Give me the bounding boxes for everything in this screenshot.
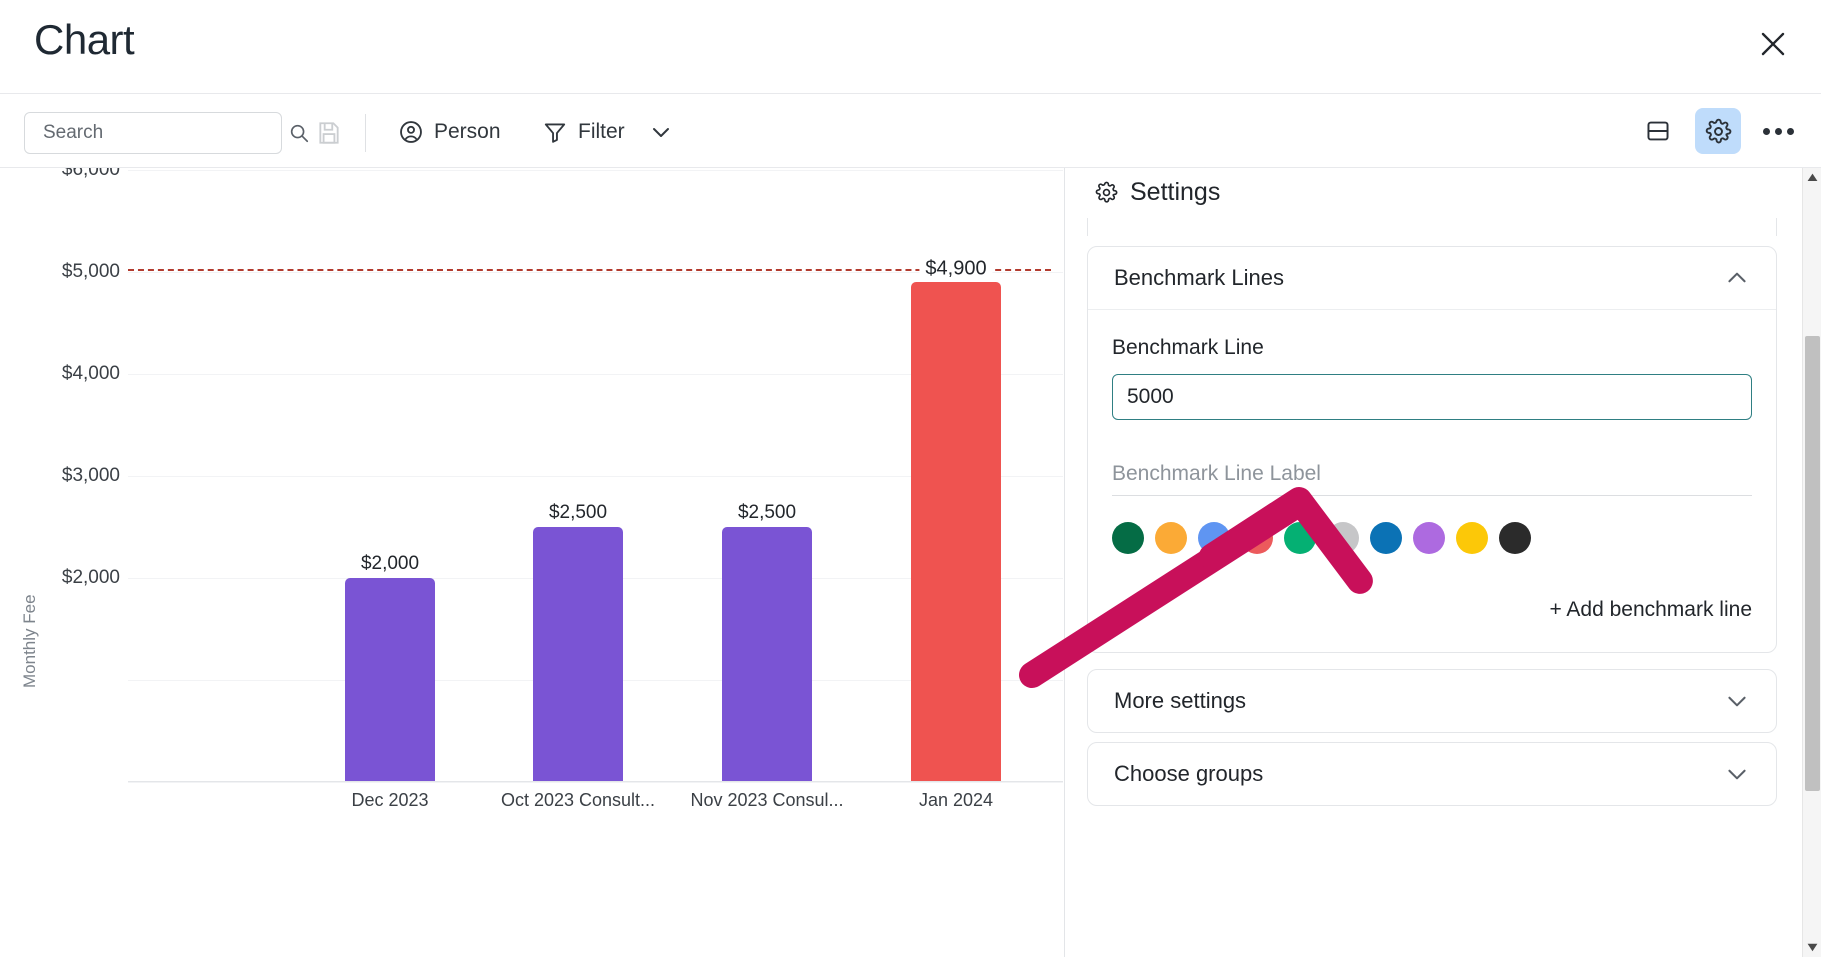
close-button[interactable] xyxy=(1749,20,1797,68)
x-axis-tick: Dec 2023 xyxy=(351,790,429,810)
scrollbar-up-arrow[interactable] xyxy=(1803,168,1821,187)
settings-scrollbar[interactable] xyxy=(1802,168,1821,957)
triangle-up-icon xyxy=(1807,173,1818,181)
x-axis-tick: Jan 2024 xyxy=(918,790,994,810)
chart-canvas: $6,000 $5,000 $4,000 $3,000 $2,000 Month… xyxy=(0,168,1063,957)
filter-button-label: Filter xyxy=(578,120,625,143)
chevron-down-icon[interactable] xyxy=(649,120,673,144)
more-horizontal-icon xyxy=(1762,127,1794,135)
person-button[interactable]: Person xyxy=(390,110,509,154)
scrollbar-down-arrow[interactable] xyxy=(1803,938,1821,957)
benchmark-color-swatches xyxy=(1112,522,1752,554)
chevron-down-icon[interactable] xyxy=(1724,761,1750,787)
split-view-icon xyxy=(1647,121,1669,141)
bar-value-label: $2,500 xyxy=(737,502,797,523)
color-swatch-black[interactable] xyxy=(1499,522,1531,554)
filter-funnel-icon xyxy=(542,119,568,145)
bar-value-label: $2,000 xyxy=(360,553,420,574)
search-input[interactable] xyxy=(43,122,288,144)
chart-plot-area: $6,000 $5,000 $4,000 $3,000 $2,000 Month… xyxy=(0,168,1063,957)
y-axis-tick: $4,000 xyxy=(61,363,120,384)
triangle-down-icon xyxy=(1807,943,1818,952)
y-axis-tick: $3,000 xyxy=(61,465,120,486)
person-button-label: Person xyxy=(434,120,501,143)
color-swatch-orange[interactable] xyxy=(1155,522,1187,554)
color-swatch-dark-green[interactable] xyxy=(1112,522,1144,554)
save-view-button[interactable] xyxy=(310,114,348,152)
benchmark-line-label-input[interactable] xyxy=(1112,452,1752,496)
bar-oct-2023[interactable] xyxy=(533,527,623,781)
settings-section-choose-groups[interactable]: Choose groups xyxy=(1087,742,1777,806)
chart-modal: Chart Search Person Filter $6,000 $5,000… xyxy=(0,0,1821,957)
gridline xyxy=(128,170,1063,171)
benchmark-line-value-input[interactable] xyxy=(1112,374,1752,420)
more-settings-header[interactable]: More settings xyxy=(1088,670,1776,732)
color-swatch-blue[interactable] xyxy=(1370,522,1402,554)
color-swatch-yellow[interactable] xyxy=(1456,522,1488,554)
color-swatch-gray[interactable] xyxy=(1327,522,1359,554)
split-view-button[interactable] xyxy=(1635,108,1681,154)
bar-dec-2023[interactable] xyxy=(345,578,435,781)
settings-section-benchmark-lines: Benchmark Lines Benchmark Line 5000 Benc… xyxy=(1087,246,1777,653)
color-swatch-red[interactable] xyxy=(1241,522,1273,554)
settings-panel-title: Settings xyxy=(1130,178,1221,206)
y-axis-title: Monthly Fee xyxy=(20,594,39,688)
bar-jan-2024[interactable] xyxy=(911,282,1001,781)
y-axis-tick: $5,000 xyxy=(61,261,120,282)
benchmark-line-value-label: $4,900 xyxy=(919,257,993,281)
add-benchmark-row: + Add benchmark line xyxy=(1112,598,1752,622)
settings-section-partial[interactable] xyxy=(1087,218,1777,236)
x-axis-tick: Oct 2023 Consult... xyxy=(500,790,656,810)
more-settings-label: More settings xyxy=(1114,688,1247,713)
add-benchmark-line-link[interactable]: + Add benchmark line xyxy=(1549,598,1752,622)
benchmark-line xyxy=(128,269,1051,271)
y-axis-tick: $6,000 xyxy=(61,168,120,180)
y-axis-tick: $2,000 xyxy=(61,567,120,588)
choose-groups-header[interactable]: Choose groups xyxy=(1088,743,1776,805)
settings-section-more-settings[interactable]: More settings xyxy=(1087,669,1777,733)
color-swatch-light-blue[interactable] xyxy=(1198,522,1230,554)
choose-groups-label: Choose groups xyxy=(1114,761,1264,786)
page-title: Chart xyxy=(34,16,135,63)
save-disk-icon xyxy=(319,122,339,144)
toolbar-divider xyxy=(365,114,366,152)
gridline xyxy=(128,782,1063,783)
gear-icon xyxy=(1095,181,1118,203)
modal-header: Chart xyxy=(0,0,1821,93)
chevron-up-icon[interactable] xyxy=(1724,265,1750,291)
settings-panel-header: Settings xyxy=(1095,178,1220,207)
chevron-down-icon[interactable] xyxy=(1724,688,1750,714)
more-options-button[interactable] xyxy=(1755,108,1801,154)
toolbar-right-actions xyxy=(1635,108,1801,154)
gear-icon xyxy=(1705,118,1731,143)
benchmark-line-field-label: Benchmark Line xyxy=(1112,336,1264,359)
bar-nov-2023[interactable] xyxy=(722,527,812,781)
benchmark-lines-header[interactable]: Benchmark Lines xyxy=(1088,247,1776,309)
close-icon xyxy=(1761,32,1785,56)
x-axis-tick: Nov 2023 Consul... xyxy=(690,790,844,810)
settings-panel: Settings Benchmark Lines Benchmark Line xyxy=(1064,168,1821,957)
settings-sections-list: Benchmark Lines Benchmark Line 5000 Benc… xyxy=(1087,218,1777,953)
settings-toggle-button[interactable] xyxy=(1695,108,1741,154)
search-box[interactable] xyxy=(24,112,309,154)
search-icon[interactable] xyxy=(288,122,310,144)
toolbar: Person Filter xyxy=(0,93,1821,168)
person-circle-icon xyxy=(398,119,424,145)
color-swatch-purple[interactable] xyxy=(1413,522,1445,554)
benchmark-lines-body: Benchmark Line 5000 Benchmark Line Label… xyxy=(1088,309,1776,652)
scrollbar-thumb[interactable] xyxy=(1805,336,1820,791)
benchmark-lines-label: Benchmark Lines xyxy=(1114,265,1284,290)
color-swatch-emerald[interactable] xyxy=(1284,522,1316,554)
bar-value-label: $2,500 xyxy=(548,502,608,523)
filter-button[interactable]: Filter xyxy=(534,110,681,154)
x-axis-baseline xyxy=(128,781,1063,782)
